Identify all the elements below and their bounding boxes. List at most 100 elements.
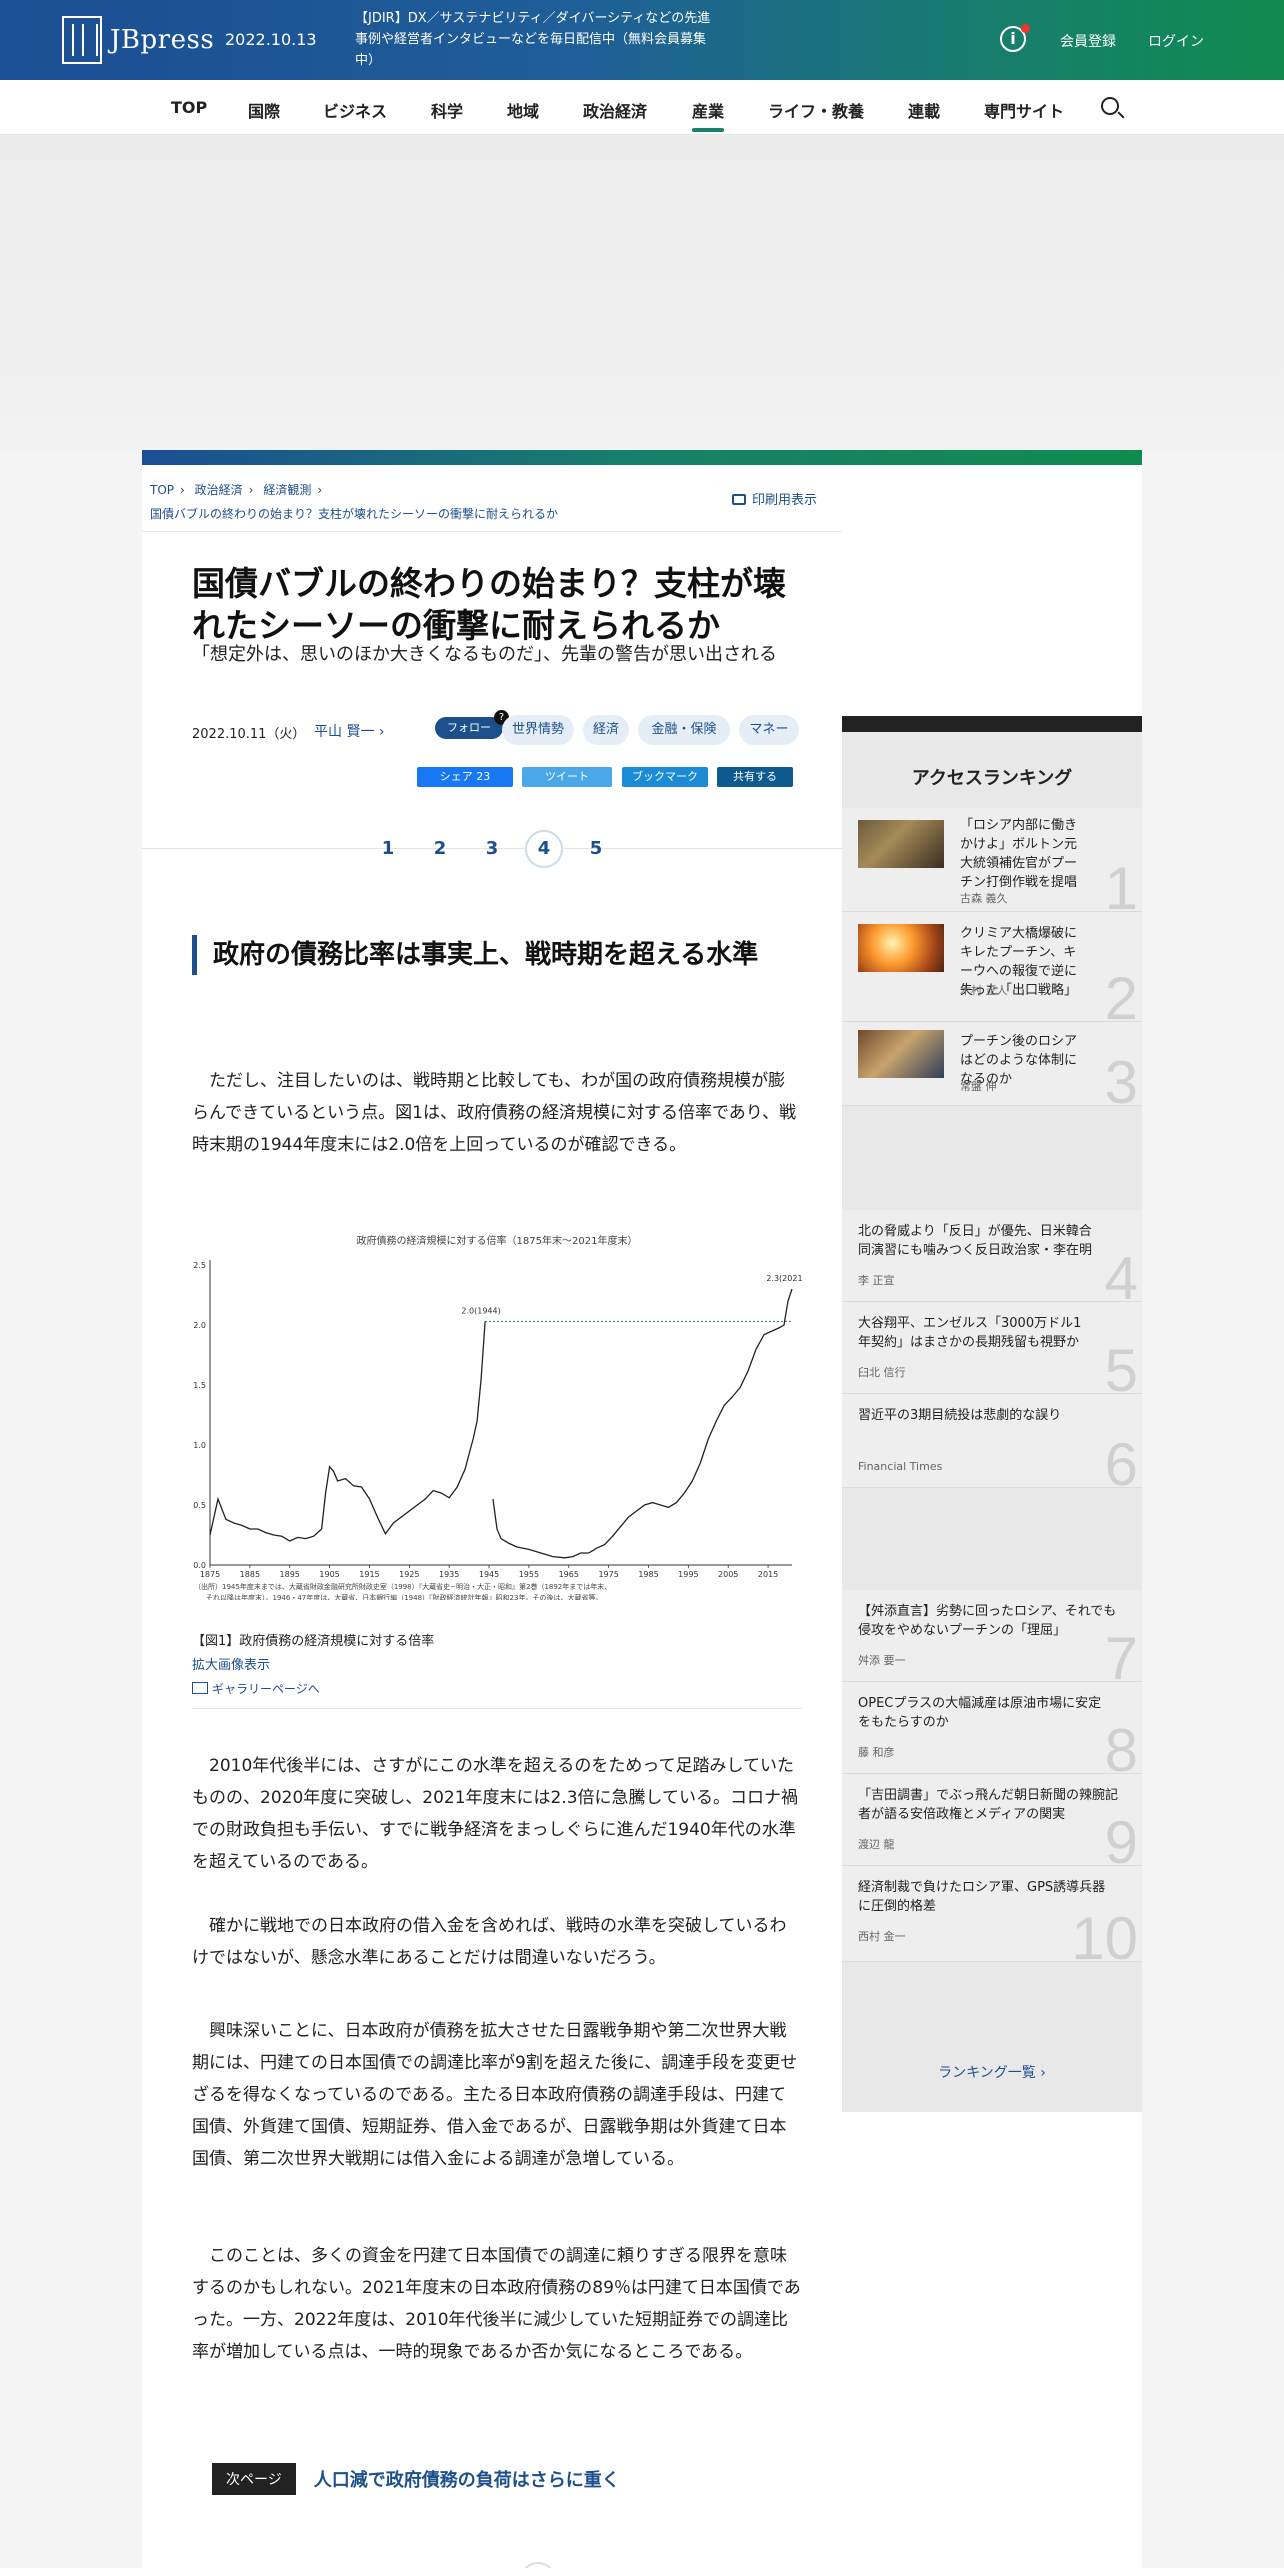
x-tick-label: 1905 xyxy=(319,1570,339,1579)
ranking-thumbnail xyxy=(858,820,944,868)
page-link-3[interactable]: 3 xyxy=(480,837,504,861)
ranking-item[interactable]: 経済制裁で負けたロシア軍、GPS誘導兵器に圧倒的格差 西村 金一 10 xyxy=(842,1866,1142,1962)
annotation-1944: 2.0(1944) xyxy=(461,1306,500,1315)
ranking-item[interactable]: クリミア大橋爆破にキレたプーチン、キーウへの報復で逆に失った「出口戦略」 木村 … xyxy=(842,912,1142,1022)
page-link-2[interactable]: 2 xyxy=(428,837,452,861)
page-link-5[interactable]: 5 xyxy=(584,837,608,861)
ranking-title-text: 「吉田調書」でぶっ飛んだ朝日新聞の辣腕記者が語る安倍政権とメディアの関実 xyxy=(858,1788,1119,1822)
ranking-list-link[interactable]: ランキング一覧 › xyxy=(842,2062,1142,2082)
printer-icon xyxy=(732,494,746,505)
ranking-number: 1 xyxy=(1104,855,1138,912)
follow-button[interactable]: フォロー? xyxy=(435,710,509,739)
x-tick-label: 1935 xyxy=(439,1570,459,1579)
ranking-title-text: 習近平の3期目続投は悲劇的な誤り xyxy=(858,1408,1062,1423)
logo-text: JBpress xyxy=(110,25,215,55)
nav-item-life[interactable]: ライフ・教養 xyxy=(768,98,864,122)
ranking-item[interactable]: 北の脅威より「反日」が優先、日米韓合同演習にも噛みつく反日政治家・李在明 李 正… xyxy=(842,1210,1142,1302)
enlarge-image-link[interactable]: 拡大画像表示 xyxy=(192,1654,270,1673)
ranking-number: 10 xyxy=(1071,1905,1138,1962)
x-tick-label: 1875 xyxy=(200,1570,220,1579)
ranking-number: 9 xyxy=(1104,1809,1138,1866)
ranking-title-text: 大谷翔平、エンゼルス「3000万ドル1年契約」はまさかの長期残留も視野か xyxy=(858,1316,1082,1350)
article-subtitle: 「想定外は、思いのほか大きくなるものだ」、先輩の警告が思い出される xyxy=(192,644,777,665)
nav-item-industry[interactable]: 産業 xyxy=(692,98,725,132)
ranking-number: 3 xyxy=(1104,1049,1138,1106)
debt-ratio-chart[interactable]: 政府債務の経済規模に対する倍率（1875年末〜2021年度末） 0.0 0.5 1.0… xyxy=(192,1230,802,1600)
register-link[interactable]: 会員登録 xyxy=(1060,31,1116,51)
x-tick-label: 1975 xyxy=(598,1570,618,1579)
ranking-item[interactable]: 「吉田調書」でぶっ飛んだ朝日新聞の辣腕記者が語る安倍政権とメディアの関実 渡辺 … xyxy=(842,1774,1142,1866)
facebook-share-button[interactable]: シェア 23 xyxy=(417,767,513,787)
tag-money[interactable]: マネー xyxy=(739,715,799,745)
ranking-item[interactable]: 習近平の3期目続投は悲劇的な誤り Financial Times 6 xyxy=(842,1394,1142,1488)
ranking-title-text: 「ロシア内部に働きかけよ」ボルトン元大統領補佐官がプーチン打倒作戦を提唱 xyxy=(960,818,1078,890)
ad-space xyxy=(0,135,1284,450)
x-tick-label: 1945 xyxy=(479,1570,499,1579)
ranking-item[interactable]: OPECプラスの大幅減産は原油市場に安定をもたらすのか 藤 和彦 8 xyxy=(842,1682,1142,1774)
ranking-item[interactable]: 【舛添直言】劣勢に回ったロシア、それでも侵攻をやめないプーチンの「理屈」 舛添 … xyxy=(842,1590,1142,1682)
tag-world[interactable]: 世界情勢 xyxy=(502,715,574,745)
hatena-bookmark-button[interactable]: ブックマーク xyxy=(622,767,708,787)
article-date: 2022.10.11（火） xyxy=(192,727,306,742)
paragraph-3: 確かに戦地での日本政府の借入金を含めれば、戦時の水準を突破しているわけではないが… xyxy=(192,1916,787,1968)
y-tick-label: 1.0 xyxy=(193,1441,206,1450)
gallery-label: ギャラリーページへ xyxy=(212,1682,320,1696)
x-tick-label: 1895 xyxy=(280,1570,300,1579)
next-page-link[interactable]: 次ページ 人口減で政府債務の負荷はさらに重く xyxy=(212,2463,620,2495)
ranking-author: Financial Times xyxy=(858,1460,943,1473)
annotation-2021: 2.3(2021) xyxy=(766,1274,802,1283)
breadcrumb-politics[interactable]: 政治経済 xyxy=(195,483,243,497)
series-line-2 xyxy=(492,1288,793,1559)
ranking-number: 2 xyxy=(1104,965,1138,1022)
ranking-author: 木村 正人 xyxy=(960,984,1008,997)
x-tick-label: 1995 xyxy=(678,1570,698,1579)
tag-economy[interactable]: 経済 xyxy=(583,715,629,745)
paragraph-1: ただし、注目したいのは、戦時期と比較しても、わが国の政府債務規模が膨らんできてい… xyxy=(192,1071,797,1155)
paragraph-5: このことは、多くの資金を円建て日本国債での調達に頼りすぎる限界を意味するのかもし… xyxy=(192,2246,801,2362)
tag-finance[interactable]: 金融・保険 xyxy=(638,715,730,745)
login-link[interactable]: ログイン xyxy=(1148,31,1204,51)
breadcrumb-current[interactable]: 国債バブルの終わりの始まり？支柱が壊れたシーソーの衝撃に耐えられるか xyxy=(150,505,558,522)
page-link-current[interactable]: 4 xyxy=(525,830,563,868)
print-button[interactable]: 印刷用表示 xyxy=(732,489,817,508)
linkedin-share-button[interactable]: 共有する xyxy=(717,767,793,787)
x-tick-label: 1955 xyxy=(519,1570,539,1579)
ranking-author: 李 正宣 xyxy=(858,1274,895,1287)
site-logo[interactable]: JBpress xyxy=(62,16,214,64)
nav-item-politics-economy[interactable]: 政治経済 xyxy=(583,98,647,122)
ranking-author: 渡辺 龍 xyxy=(858,1838,895,1851)
twitter-tweet-button[interactable]: ツイート xyxy=(522,767,612,787)
ranking-author: 臼北 信行 xyxy=(858,1366,906,1379)
ranking-number: 8 xyxy=(1104,1717,1138,1774)
header-notice-link[interactable]: 【JDIR】DX／サステナビリティ／ダイバーシティなどの先進事例や経営者インタビ… xyxy=(355,8,715,71)
ranking-item[interactable]: 「ロシア内部に働きかけよ」ボルトン元大統領補佐官がプーチン打倒作戦を提唱 古森 … xyxy=(842,808,1142,912)
nav-item-international[interactable]: 国際 xyxy=(248,98,280,122)
header-date: 2022.10.13 xyxy=(225,30,317,49)
ranking-number: 7 xyxy=(1104,1625,1138,1682)
gallery-link[interactable]: ギャラリーページへ xyxy=(192,1680,320,1697)
page-circle[interactable] xyxy=(520,2562,556,2568)
ranking-author: 藤 和彦 xyxy=(858,1746,895,1759)
nav-item-region[interactable]: 地域 xyxy=(507,98,539,122)
breadcrumb-top[interactable]: TOP xyxy=(150,483,174,497)
ranking-item[interactable]: 大谷翔平、エンゼルス「3000万ドル1年契約」はまさかの長期残留も視野か 臼北 … xyxy=(842,1302,1142,1394)
ranking-author: 西村 金一 xyxy=(858,1930,906,1943)
follow-label: フォロー xyxy=(447,721,491,734)
author-link[interactable]: 平山 賢一 › xyxy=(314,721,385,741)
nav-item-business[interactable]: ビジネス xyxy=(323,98,387,122)
paragraph-2: 2010年代後半には、さすがにこの水準を超えるのをためって足踏みしていたものの、… xyxy=(192,1756,799,1872)
nav-item-science[interactable]: 科学 xyxy=(431,98,463,122)
nav-item-special-sites[interactable]: 専門サイト xyxy=(984,98,1064,122)
ranking-title-text: 北の脅威より「反日」が優先、日米韓合同演習にも噛みつく反日政治家・李在明 xyxy=(858,1224,1093,1258)
page-link-1[interactable]: 1 xyxy=(376,837,400,861)
search-icon[interactable] xyxy=(1101,97,1119,115)
chart-title: 政府債務の経済規模に対する倍率（1875年末〜2021年度末） xyxy=(357,1234,638,1247)
chart-source-1: （出所）1945年度末までは、大蔵省財政金融研究所財政史室（1998）『大蔵省史… xyxy=(194,1582,611,1591)
nav-item-top[interactable]: TOP xyxy=(171,98,207,117)
nav-item-series[interactable]: 連載 xyxy=(908,98,940,122)
ranking-item[interactable]: プーチン後のロシアはどのような体制になるのか 常盤 伸 3 xyxy=(842,1022,1142,1106)
info-icon[interactable]: i xyxy=(1000,24,1030,52)
ranking-author: 常盤 伸 xyxy=(960,1080,997,1093)
breadcrumb-economy[interactable]: 経済観測 xyxy=(263,483,311,497)
article-top-bar xyxy=(142,450,1142,465)
